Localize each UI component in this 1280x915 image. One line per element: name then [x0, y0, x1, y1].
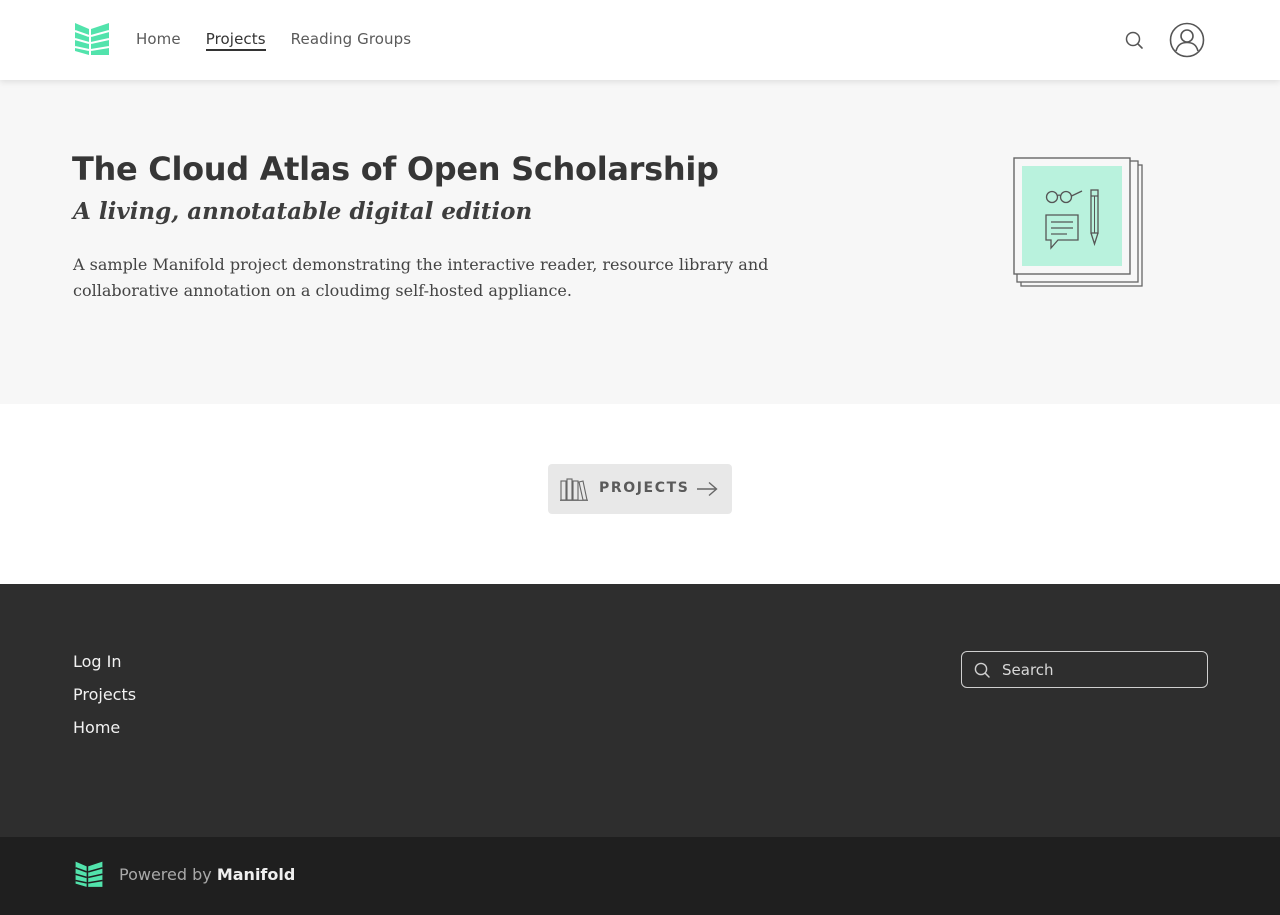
nav-projects[interactable]: Projects	[205, 30, 266, 51]
user-avatar-icon[interactable]	[1169, 22, 1205, 58]
footer-search-box	[961, 651, 1208, 688]
site-footer: Log In Projects Home	[0, 584, 1280, 837]
powered-by-brand: Manifold	[216, 865, 296, 884]
project-title: The Cloud Atlas of Open Scholarship	[72, 150, 719, 188]
footer-link-log-in[interactable]: Log In	[73, 652, 122, 671]
list-item: Home	[73, 718, 136, 751]
footer-link-projects[interactable]: Projects	[73, 685, 136, 704]
projects-button-label: PROJECTS	[599, 480, 690, 496]
footer-link-home[interactable]: Home	[73, 718, 120, 737]
search-icon	[974, 662, 990, 678]
arrow-right-icon	[697, 481, 718, 497]
site-header: Home Projects Reading Groups	[0, 0, 1280, 80]
reading-annotation-icon	[1013, 157, 1143, 287]
project-hero: The Cloud Atlas of Open Scholarship A li…	[0, 80, 1280, 404]
projects-button[interactable]: PROJECTS	[548, 464, 732, 514]
books-icon	[560, 478, 588, 501]
footer-links: Log In Projects Home	[73, 652, 136, 751]
nav-home[interactable]: Home	[136, 30, 181, 51]
list-item: Projects	[73, 685, 136, 718]
nav-reading-groups[interactable]: Reading Groups	[291, 30, 412, 51]
powered-by-text[interactable]: Powered by Manifold	[119, 865, 295, 884]
footer-search-input[interactable]	[1002, 658, 1197, 682]
list-item: Log In	[73, 652, 136, 685]
manifold-logo-icon[interactable]	[73, 21, 111, 59]
project-description: A sample Manifold project demonstrating …	[73, 255, 769, 300]
primary-nav: Home Projects Reading Groups	[136, 30, 411, 51]
manifold-logo-icon[interactable]	[74, 860, 104, 890]
search-icon[interactable]	[1123, 29, 1145, 51]
powered-by-bar: Powered by Manifold	[0, 837, 1280, 915]
project-subtitle: A living, annotatable digital edition	[73, 198, 533, 225]
powered-by-prefix: Powered by	[119, 865, 212, 884]
